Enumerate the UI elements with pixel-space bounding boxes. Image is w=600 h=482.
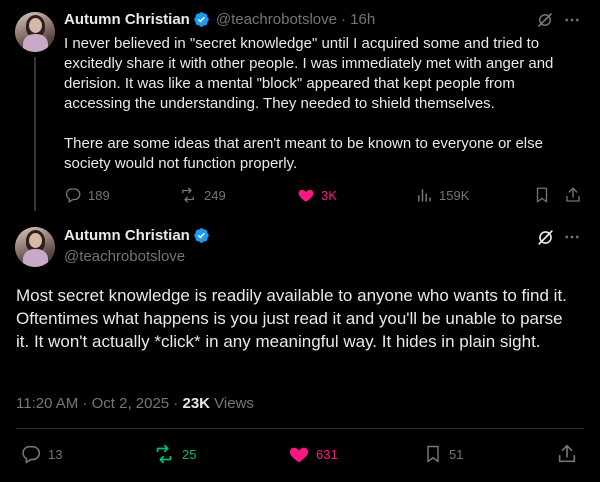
main-tweet: Autumn Christian @teachrobotslove Most s… [0,215,600,482]
parent-repost-count: 249 [204,187,226,203]
parent-tweet-text-p1: I never believed in "secret knowledge" u… [64,35,558,112]
reply-icon [22,445,41,464]
thread-connector-line [34,57,36,211]
more-icon[interactable] [563,11,581,34]
parent-tweet-text-p2: There are some ideas that aren't meant t… [64,135,548,172]
views-icon [418,189,431,202]
main-tweet-text: Most secret knowledge is readily availab… [16,286,567,351]
like-icon [298,189,314,202]
parent-time[interactable]: · 16h [341,11,375,28]
like-icon [289,447,309,463]
main-reply-count: 13 [48,446,63,462]
bookmark-icon [536,187,548,203]
divider [16,428,584,429]
parent-views-button[interactable]: 159K [415,186,469,204]
parent-like-count: 3K [321,187,337,203]
more-icon[interactable] [563,228,581,251]
parent-author-name[interactable]: Autumn Christian [64,11,190,28]
main-bookmark-button[interactable]: 51 [423,443,463,465]
repost-icon [182,187,194,203]
parent-views-count: 159K [439,187,470,203]
main-like-button[interactable]: 631 [288,443,338,465]
share-icon [566,187,580,202]
parent-tweet[interactable]: Autumn Christian @teachrobotslove · 16h … [0,0,600,215]
main-share-button[interactable] [556,443,578,465]
main-like-count: 631 [316,446,338,462]
parent-bookmark-button[interactable] [533,186,551,204]
repost-icon [156,444,172,464]
parent-like-button[interactable]: 3K [297,186,337,204]
share-icon [558,444,576,463]
main-repost-button[interactable]: 25 [152,443,196,465]
bookmark-icon [427,445,439,463]
main-repost-count: 25 [182,446,197,462]
main-bookmark-count: 51 [449,446,464,462]
main-views-count[interactable]: 23K [182,395,210,412]
verified-badge-icon [194,228,209,243]
parent-repost-button[interactable]: 249 [178,186,226,204]
parent-avatar[interactable] [15,12,55,52]
parent-handle[interactable]: @teachrobotslove [216,11,337,28]
parent-reply-button[interactable]: 189 [64,186,110,204]
reply-icon [65,188,81,203]
main-timestamp[interactable]: 11:20 AM · Oct 2, 2025 · [16,395,182,412]
main-handle[interactable]: @teachrobotslove [64,248,185,265]
grok-icon[interactable] [536,11,554,34]
main-avatar[interactable] [15,227,55,267]
main-views-label: Views [210,395,254,412]
parent-share-button[interactable] [564,186,582,204]
grok-icon[interactable] [536,228,555,252]
verified-badge-icon [194,12,209,27]
parent-reply-count: 189 [88,187,110,203]
main-reply-button[interactable]: 13 [20,443,62,465]
main-author-name[interactable]: Autumn Christian [64,227,190,244]
